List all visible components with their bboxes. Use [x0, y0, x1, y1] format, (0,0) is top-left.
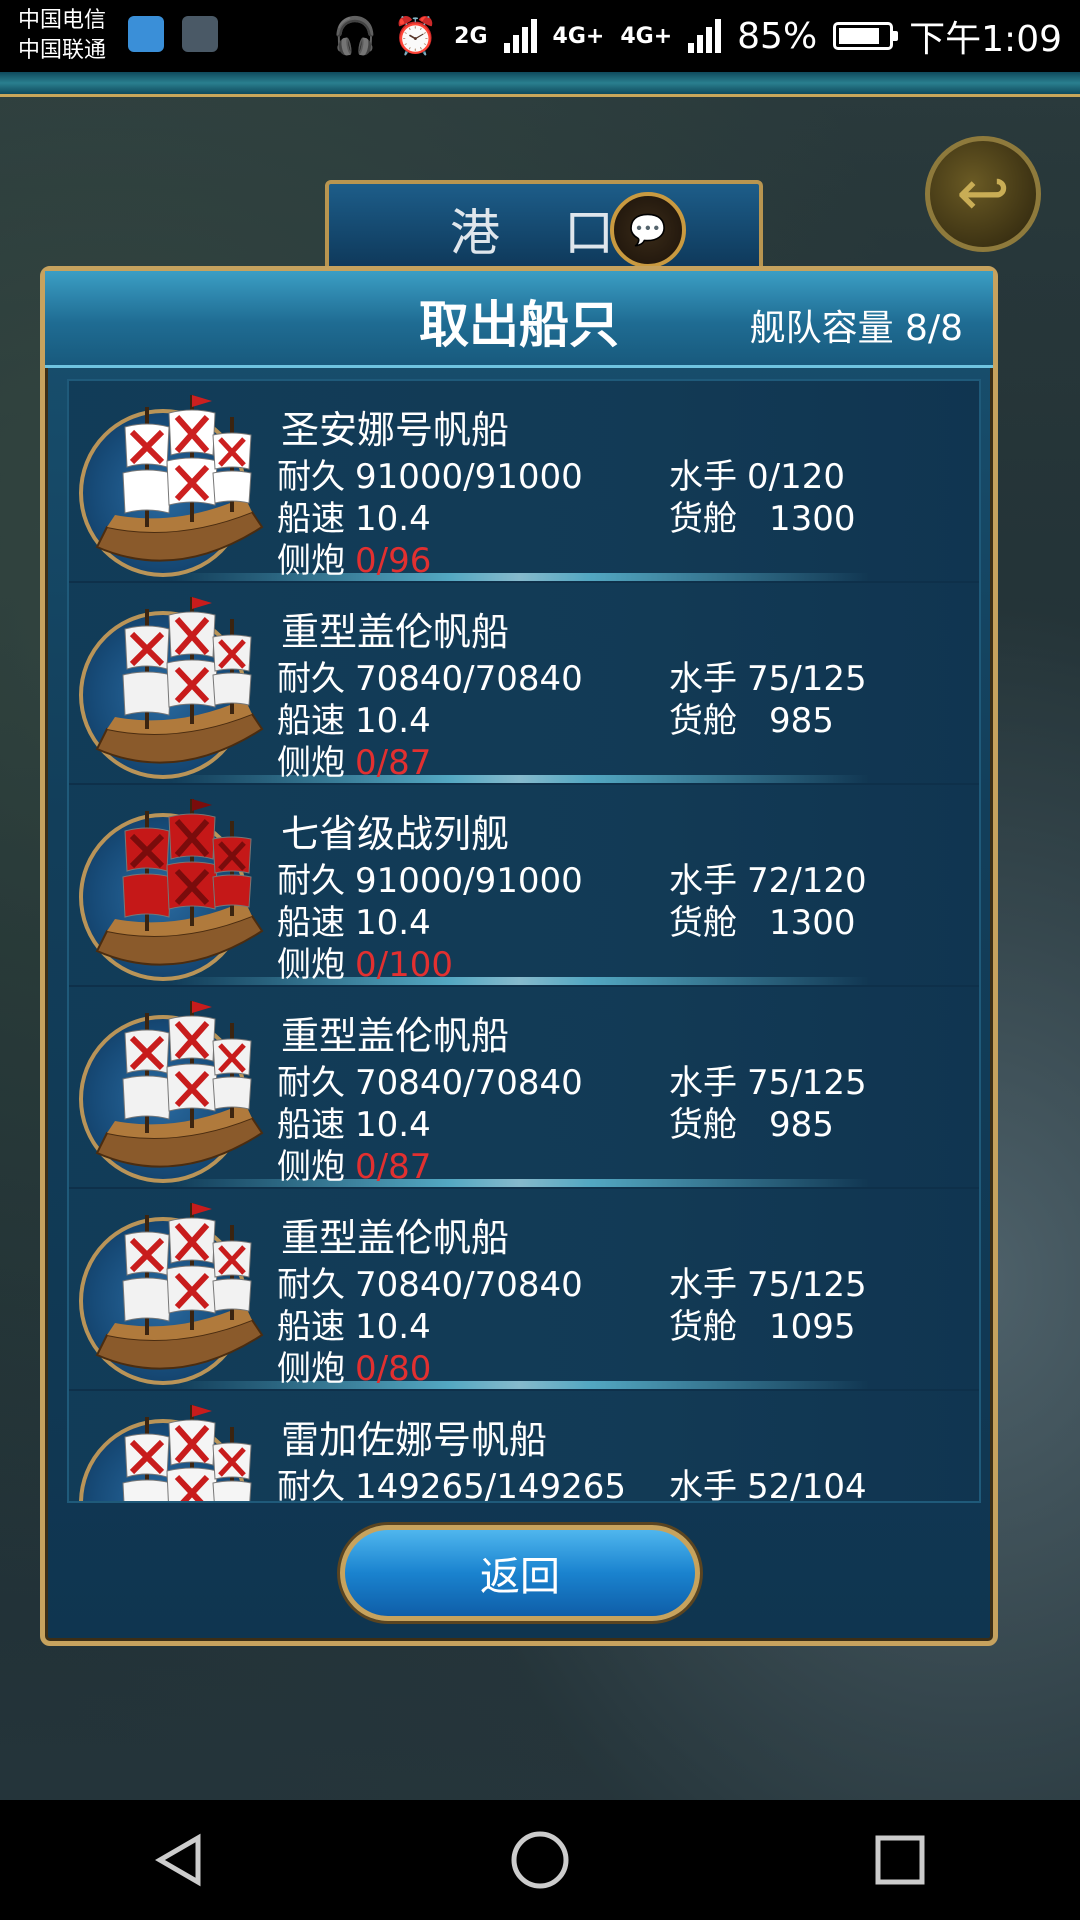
ship-icon: [95, 1001, 264, 1168]
top-ribbon: [0, 72, 1080, 97]
ship-list-item[interactable]: 重型盖伦帆船 耐久 70840/70840 水手 75/125 船速 10.4 货舱 1095 侧…: [69, 1189, 979, 1389]
stat-label-cargo: 货舱: [669, 499, 737, 539]
ship-list-item[interactable]: 重型盖伦帆船 耐久 70840/70840 水手 75/125 船速 10.4 货舱 985 侧炮…: [69, 987, 979, 1187]
status-icons: 🎧 ⏰ 2G 4G+ 4G+ 85% 下午1:09: [332, 0, 1062, 72]
ship-icon: [122, 1405, 252, 1501]
home-nav-icon[interactable]: [500, 1820, 580, 1900]
back-nav-icon[interactable]: [140, 1820, 220, 1900]
stat-value-cannons: 0/87: [355, 1147, 432, 1187]
port-title-banner: 港 口: [325, 180, 763, 278]
ship-list-item[interactable]: 圣安娜号帆船 耐久 91000/91000 水手 0/120 船速 10.4 货舱 1300 侧炮…: [69, 381, 979, 581]
stat-cannons: 侧炮 0/100: [277, 937, 453, 986]
stat-cargo: 货舱 1300: [669, 491, 856, 540]
retrieve-ships-dialog: 取出船只 舰队容量 8/8 圣安娜号帆船 耐久 91000/91000 水手 0/120…: [40, 266, 998, 1646]
stat-label-cannons: 侧炮: [277, 1349, 345, 1389]
ship-portrait: [79, 1405, 252, 1501]
battery-percent: 85%: [737, 15, 818, 57]
stat-label-durability: 耐久: [277, 1467, 345, 1503]
carrier-info: 中国电信 中国联通: [18, 6, 106, 66]
ship-list[interactable]: 圣安娜号帆船 耐久 91000/91000 水手 0/120 船速 10.4 货舱 1300 侧炮…: [67, 379, 981, 1503]
stat-value-durability: 149265/149265: [355, 1467, 627, 1503]
carrier-2: 中国联通: [18, 38, 107, 63]
carrier-1: 中国电信: [18, 8, 107, 33]
ship-name: 圣安娜号帆船: [281, 408, 510, 452]
health-app-icon: [128, 16, 164, 52]
signal-icon: [503, 19, 537, 53]
stat-label-cargo: 货舱: [669, 701, 737, 741]
recents-nav-icon[interactable]: [860, 1820, 940, 1900]
stat-durability: 耐久 149265/149265: [277, 1459, 627, 1503]
stat-label-cannons: 侧炮: [277, 945, 345, 985]
ship-icon: [95, 1203, 264, 1370]
ship-icon: [95, 799, 264, 966]
ship-icon: [95, 597, 264, 764]
stat-value-cannons: 0/100: [355, 945, 453, 985]
stat-value-sailors: 52/104: [747, 1467, 867, 1503]
stat-value-cargo: 985: [769, 1105, 834, 1145]
battery-icon: [833, 22, 899, 50]
ship-list-item[interactable]: 七省级战列舰 耐久 91000/91000 水手 72/120 船速 10.4 货舱 1300 侧…: [69, 785, 979, 985]
network-4g-label-b: 4G+: [620, 23, 673, 49]
stat-cannons: 侧炮 0/87: [277, 735, 431, 784]
stat-label-cannons: 侧炮: [277, 743, 345, 783]
stat-cargo: 货舱 1300: [669, 895, 856, 944]
ship-portrait: [79, 1203, 264, 1385]
stat-label-cannons: 侧炮: [277, 541, 345, 581]
ship-name: 雷加佐娜号帆船: [281, 1418, 548, 1462]
ship-portrait: [79, 1001, 264, 1183]
stat-label-cannons: 侧炮: [277, 1147, 345, 1187]
stat-value-cargo: 1300: [769, 499, 856, 539]
back-arrow-icon[interactable]: ↩: [925, 136, 1041, 252]
ship-name: 重型盖伦帆船: [281, 1014, 510, 1058]
stat-label-sailors: 水手: [669, 1467, 737, 1503]
dialog-header: 取出船只 舰队容量 8/8: [45, 271, 993, 368]
stat-value-cannons: 0/96: [355, 541, 432, 581]
stat-value-cargo: 1095: [769, 1307, 856, 1347]
stat-sailors: 水手 52/104: [669, 1459, 867, 1503]
stat-label-cargo: 货舱: [669, 903, 737, 943]
return-button[interactable]: 返回: [340, 1525, 700, 1621]
stat-cannons: 侧炮 0/80: [277, 1341, 431, 1390]
signal-icon: [688, 19, 722, 53]
stat-cannons: 侧炮 0/87: [277, 1139, 431, 1188]
chat-icon[interactable]: 💬: [610, 192, 686, 268]
stat-value-cannons: 0/87: [355, 743, 432, 783]
fleet-capacity: 舰队容量 8/8: [749, 308, 963, 349]
gallery-app-icon: [182, 16, 218, 52]
ship-list-item[interactable]: 重型盖伦帆船 耐久 70840/70840 水手 75/125 船速 10.4 货舱 985 侧炮…: [69, 583, 979, 783]
stat-value-cargo: 985: [769, 701, 834, 741]
alarm-icon: ⏰: [393, 16, 439, 57]
network-4g-label-a: 4G+: [552, 23, 605, 49]
status-bar: 中国电信 中国联通 🎧 ⏰ 2G 4G+ 4G+ 85% 下午1:09: [0, 0, 1080, 72]
network-2g-label: 2G: [454, 23, 488, 49]
stat-cargo: 货舱 985: [669, 1097, 834, 1146]
stat-value-cannons: 0/80: [355, 1349, 432, 1389]
stat-cargo: 货舱 985: [669, 693, 834, 742]
stat-label-cargo: 货舱: [669, 1105, 737, 1145]
ship-portrait: [79, 395, 264, 577]
ship-icon: [95, 395, 264, 562]
stat-cargo: 货舱 1095: [669, 1299, 856, 1348]
navigation-bar: [0, 1800, 1080, 1920]
ship-portrait: [79, 597, 264, 779]
stat-label-cargo: 货舱: [669, 1307, 737, 1347]
ship-name: 重型盖伦帆船: [281, 610, 510, 654]
stat-value-cargo: 1300: [769, 903, 856, 943]
stat-cannons: 侧炮 0/96: [277, 533, 431, 582]
ship-name: 重型盖伦帆船: [281, 1216, 510, 1260]
headphones-icon: 🎧: [332, 16, 378, 57]
clock: 下午1:09: [909, 19, 1062, 60]
ship-list-item[interactable]: 雷加佐娜号帆船耐久 149265/149265 水手 52/104: [69, 1391, 979, 1503]
ship-portrait: [79, 799, 264, 981]
ship-name: 七省级战列舰: [281, 812, 510, 856]
